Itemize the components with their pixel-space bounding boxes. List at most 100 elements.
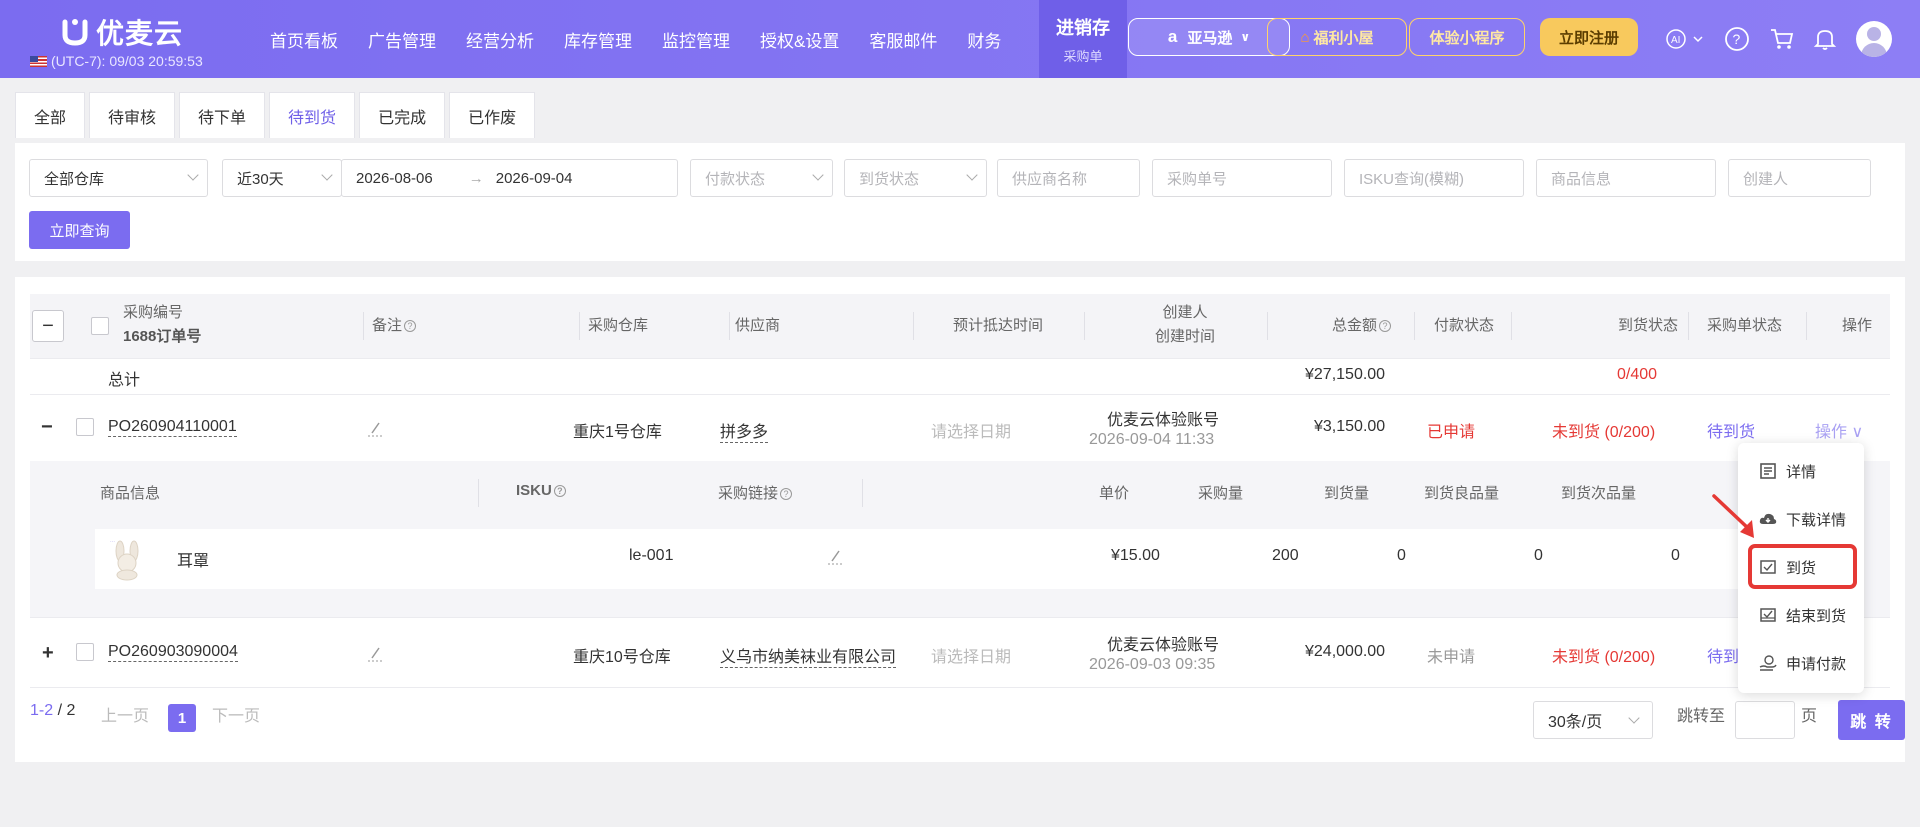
tab-all[interactable]: 全部 (15, 92, 86, 138)
nav-purchase-sales-stock[interactable]: 进销存 采购单 (1039, 0, 1127, 78)
payment-hand-icon (1759, 655, 1777, 671)
eta-date-picker[interactable]: 请选择日期 (931, 418, 1011, 442)
item-good: 0 (1534, 547, 1543, 564)
select-all-checkbox[interactable] (91, 317, 109, 335)
nav-inventory[interactable]: 库存管理 (549, 0, 647, 78)
cart-icon[interactable] (1769, 26, 1795, 52)
nav-finance[interactable]: 财务 (952, 0, 1016, 78)
creator-input[interactable]: 创建人 (1728, 159, 1871, 197)
edit-remark-icon[interactable] (366, 419, 384, 437)
nav-monitor[interactable]: 监控管理 (647, 0, 745, 78)
page-1-button[interactable]: 1 (168, 704, 196, 732)
jump-page-input[interactable] (1735, 701, 1795, 739)
order-items-panel: 商品信息 ISKU? 采购链接? 单价 采购量 到货量 到货良品量 到货次品量 … (30, 461, 1890, 617)
register-button[interactable]: 立即注册 (1540, 18, 1638, 56)
menu-item-details-label: 详情 (1786, 463, 1817, 481)
nav-active-sub: 采购单 (1063, 48, 1103, 64)
nav-ads[interactable]: 广告管理 (353, 0, 451, 78)
item-arrived: 0 (1397, 547, 1406, 564)
tab-pending-review[interactable]: 待审核 (89, 92, 176, 138)
avatar[interactable] (1856, 21, 1892, 57)
chevron-down-icon (812, 169, 824, 181)
po-number-link[interactable]: PO260903090004 (108, 643, 238, 662)
items-header-isku-label: ISKU (516, 482, 552, 499)
page-total: 2 (66, 702, 76, 719)
arrival-status-select[interactable]: 到货状态 (844, 159, 987, 197)
isku-input[interactable]: ISKU查询(模糊) (1344, 159, 1524, 197)
po-number-link[interactable]: PO260904110001 (108, 418, 237, 437)
menu-item-details[interactable]: 详情 (1738, 451, 1864, 491)
row-checkbox[interactable] (76, 418, 94, 436)
supplier-link[interactable]: 拼多多 (720, 418, 769, 443)
nav-cs-email[interactable]: 客服邮件 (854, 0, 952, 78)
action-dropdown[interactable]: 操作 ∨ (1815, 418, 1863, 442)
nav-auth-settings[interactable]: 授权&设置 (745, 0, 854, 78)
page-size-select[interactable]: 30条/页 (1533, 701, 1653, 739)
nav-dashboard[interactable]: 首页看板 (255, 0, 353, 78)
page-unit: 页 (1801, 708, 1818, 725)
marketplace-selector[interactable]: a 亚马逊 ∨ (1128, 18, 1290, 56)
row-checkbox[interactable] (76, 643, 94, 661)
po-number-placeholder: 采购单号 (1167, 170, 1228, 188)
expand-row-button[interactable]: + (42, 642, 54, 665)
brand-logo[interactable]: 优麦云 (62, 12, 183, 52)
arrival-status: 未到货 (0/200) (1552, 649, 1656, 666)
collapse-row-button[interactable]: − (41, 416, 53, 439)
items-header-link: 采购链接? (718, 482, 793, 503)
tab-pending-arrival[interactable]: 待到货 (269, 92, 356, 138)
bell-icon[interactable] (1812, 26, 1838, 52)
eta-date-picker[interactable]: 请选择日期 (931, 643, 1011, 667)
supplier-input[interactable]: 供应商名称 (997, 159, 1140, 197)
supplier-link[interactable]: 义乌市纳美袜业有限公司 (720, 643, 897, 668)
column-divider (1267, 312, 1268, 340)
help-icon[interactable]: ? (404, 320, 417, 332)
jump-button[interactable]: 跳 转 (1838, 700, 1905, 740)
header-total-label: 总金额 (1332, 317, 1378, 334)
help-icon[interactable]: ? (553, 485, 566, 497)
amazon-icon: a (1167, 27, 1178, 46)
nav-active-label: 进销存 (1056, 17, 1110, 38)
help-icon[interactable]: ? (1724, 26, 1750, 52)
mini-program-button[interactable]: 体验小程序 (1409, 18, 1525, 56)
date-range-preset-select[interactable]: 近30天 (222, 159, 342, 197)
jump-label: 跳转至 (1677, 708, 1726, 725)
welfare-label: 福利小屋 (1313, 29, 1374, 47)
tab-completed[interactable]: 已完成 (359, 92, 446, 138)
menu-item-end-arrival[interactable]: 结束到货 (1738, 595, 1864, 635)
po-number-input[interactable]: 采购单号 (1152, 159, 1332, 197)
collapse-all-button[interactable]: − (32, 310, 64, 342)
payment-status-select[interactable]: 付款状态 (690, 159, 833, 197)
ai-assistant-icon[interactable]: AI (1662, 26, 1706, 52)
items-header-good: 到货良品量 (1424, 485, 1500, 502)
svg-text:⋯: ⋯ (110, 539, 115, 545)
edit-link-icon[interactable] (826, 547, 844, 565)
help-icon[interactable]: ? (1379, 320, 1392, 332)
menu-item-request-payment-label: 申请付款 (1786, 655, 1847, 673)
inbox-done-icon (1760, 608, 1776, 622)
header-creator-label: 创建人 (1162, 304, 1208, 321)
menu-item-request-payment[interactable]: 申请付款 (1738, 643, 1864, 683)
column-divider (1688, 312, 1689, 340)
items-header-qty: 采购量 (1198, 485, 1244, 502)
header-total: 总金额? (1332, 314, 1392, 335)
warehouse-select[interactable]: 全部仓库 (29, 159, 208, 197)
chevron-down-icon (187, 169, 199, 181)
tab-pending-order[interactable]: 待下单 (179, 92, 266, 138)
product-info-input[interactable]: 商品信息 (1536, 159, 1716, 197)
chevron-down-icon: ∨ (1240, 30, 1251, 44)
date-start: 2026-08-06 (356, 169, 433, 187)
column-divider (579, 312, 580, 340)
warehouse-select-value: 全部仓库 (44, 170, 105, 188)
header-creator: 创建人 创建时间 (1110, 301, 1260, 349)
nav-analysis[interactable]: 经营分析 (451, 0, 549, 78)
query-button[interactable]: 立即查询 (29, 211, 130, 249)
welfare-button[interactable]: ⌂ 福利小屋 (1267, 18, 1407, 56)
help-icon[interactable]: ? (780, 488, 793, 500)
tab-voided[interactable]: 已作废 (449, 92, 536, 138)
next-page-button[interactable]: 下一页 (212, 702, 260, 726)
prev-page-button[interactable]: 上一页 (101, 702, 149, 726)
arrow-right-icon: → (468, 169, 484, 187)
edit-remark-icon[interactable] (366, 644, 384, 662)
item-unit-price: ¥15.00 (1111, 547, 1160, 564)
date-range-picker[interactable]: 2026-08-06 → 2026-09-04 (341, 159, 678, 197)
